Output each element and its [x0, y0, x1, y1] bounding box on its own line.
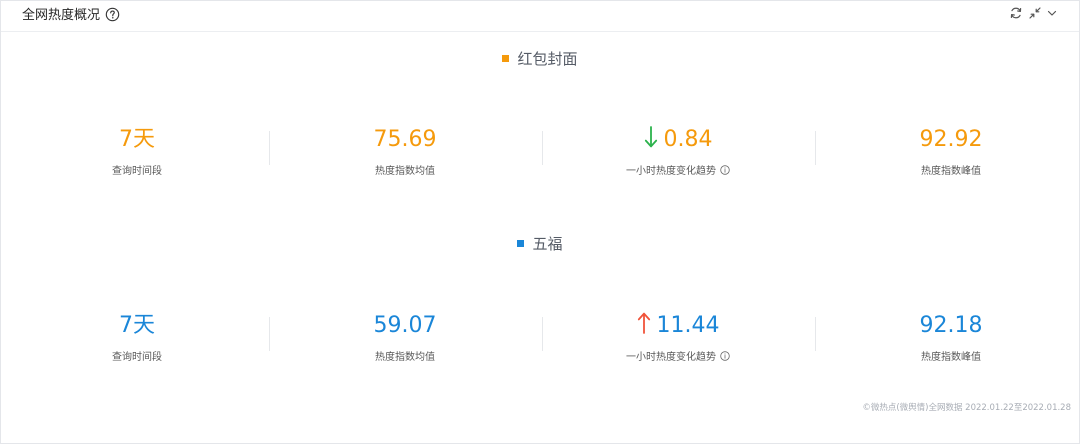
stat-value: 7天 [119, 313, 155, 338]
arrow-down-icon [644, 126, 657, 148]
stat-value: 11.44 [542, 311, 814, 341]
stat-peak-index: 92.92 热度指数峰值 [815, 125, 1080, 179]
refresh-icon[interactable] [1009, 6, 1023, 20]
stat-value: 7天 [119, 127, 155, 152]
stats-row-five-blessings: 7天 查询时间段 59.07 热度指数均值 11.44 一小时热度变化趋势 92… [1, 311, 1079, 381]
stat-hourly-trend: 0.84 一小时热度变化趋势 [542, 125, 814, 179]
stat-peak-index: 92.18 热度指数峰值 [815, 311, 1080, 365]
stat-label: 查询时间段 [112, 166, 162, 177]
stat-value: 75.69 [373, 127, 437, 152]
panel-title: 全网热度概况 [22, 8, 101, 23]
trend-label: 一小时热度变化趋势 [626, 166, 716, 177]
stat-label: 一小时热度变化趋势 [542, 351, 814, 365]
help-icon[interactable] [105, 7, 120, 22]
stat-query-period: 7天 查询时间段 [1, 311, 273, 365]
stat-label: 热度指数均值 [375, 166, 435, 177]
stat-label: 一小时热度变化趋势 [542, 165, 814, 179]
legend-square [502, 55, 510, 62]
legend-square [517, 240, 525, 247]
chevron-down-icon[interactable] [1045, 6, 1059, 20]
stat-query-period: 7天 查询时间段 [1, 125, 273, 179]
section-title-five-blessings: 五福 [1, 234, 1079, 254]
arrow-up-icon [637, 312, 650, 334]
info-icon[interactable] [720, 351, 730, 361]
stat-label: 热度指数均值 [375, 352, 435, 363]
section-title-red-envelope: 红包封面 [1, 49, 1079, 69]
stat-value: 92.92 [919, 127, 983, 152]
data-source-footer: ©微热点(微舆情)全网数据 2022.01.22至2022.01.28 [862, 403, 1071, 413]
stat-hourly-trend: 11.44 一小时热度变化趋势 [542, 311, 814, 365]
collapse-icon[interactable] [1028, 6, 1042, 20]
trend-value: 11.44 [656, 313, 720, 338]
overview-panel: 全网热度概况 红包封面 7天 查询时间段 75.69 热度指数均值 0.84 一… [0, 0, 1080, 444]
panel-header: 全网热度概况 [1, 1, 1079, 32]
stat-label: 查询时间段 [112, 352, 162, 363]
stat-label: 热度指数峰值 [921, 166, 981, 177]
trend-label: 一小时热度变化趋势 [626, 352, 716, 363]
stat-average-index: 75.69 热度指数均值 [269, 125, 541, 179]
section-title-text: 五福 [532, 235, 563, 253]
trend-value: 0.84 [663, 127, 713, 152]
stat-value: 0.84 [542, 125, 814, 155]
stat-label: 热度指数峰值 [921, 352, 981, 363]
stat-value: 92.18 [919, 313, 983, 338]
stats-row-red-envelope: 7天 查询时间段 75.69 热度指数均值 0.84 一小时热度变化趋势 92.… [1, 125, 1079, 195]
stat-average-index: 59.07 热度指数均值 [269, 311, 541, 365]
info-icon[interactable] [720, 165, 730, 175]
section-title-text: 红包封面 [517, 50, 578, 68]
stat-value: 59.07 [373, 313, 437, 338]
